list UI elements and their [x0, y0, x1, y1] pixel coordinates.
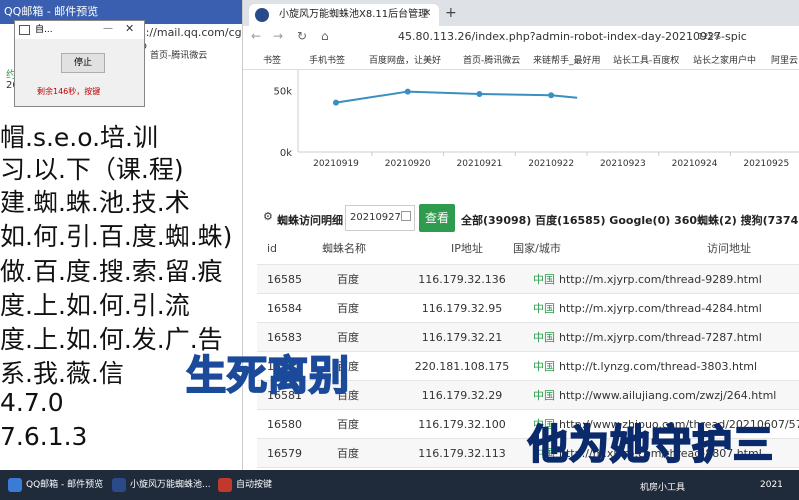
taskbar-label: 小旋风万能蜘蛛池...	[130, 480, 211, 490]
app-icon	[19, 25, 30, 35]
autokey-icon	[218, 478, 232, 492]
mail-icon	[8, 478, 22, 492]
spider-counts: 全部(39098) 百度(16585) Google(0) 360蜘蛛(2) 搜…	[461, 214, 799, 227]
x-tick-label: 20210925	[743, 159, 789, 169]
cell-id: 16579	[267, 447, 302, 460]
zoom-level[interactable]: 125%	[698, 32, 721, 41]
taskbar-label: QQ邮箱 - 邮件预览	[26, 480, 104, 490]
x-tick-label: 20210922	[528, 159, 574, 169]
y-tick-label: 50k	[273, 86, 292, 97]
cell-url[interactable]: http://m.xjyrp.com/thread-4284.html	[559, 294, 799, 323]
cell-url[interactable]: http://t.lynzg.com/thread-3803.html	[559, 352, 799, 381]
tab-close-icon[interactable]: ✕	[423, 8, 431, 19]
auto-key-popup: 自... — ✕ 停止 剩余146秒，按键	[14, 20, 145, 107]
countdown-status: 剩余146秒，按键	[37, 87, 101, 96]
visits-line-chart: 50k 0k 20210919 20210920 20210921 20210922 202…	[273, 70, 799, 169]
bookmark-item[interactable]: 首页-腾讯微云	[463, 53, 520, 66]
left-bookmark-weiyun[interactable]: 首页-腾讯微云	[150, 48, 207, 61]
bookmark-item[interactable]: 书签	[263, 53, 281, 66]
cell-id: 16585	[267, 273, 302, 286]
course-line-6: 度.上.如.何.引.流	[0, 291, 190, 320]
header-id: id	[267, 242, 278, 255]
header-url: 访问地址	[707, 242, 751, 255]
bookmark-item[interactable]: 来链帮手_最好用	[533, 53, 601, 66]
cell-url[interactable]: http://m.xjyrp.com/thread-9289.html	[559, 265, 799, 294]
y-tick-label: 0k	[280, 148, 292, 159]
x-tick-label: 20210920	[385, 159, 431, 169]
x-tick-label: 20210923	[600, 159, 646, 169]
subtitle-caption-left: 生死离别	[185, 352, 350, 400]
series-line	[335, 90, 578, 104]
course-line-10: 7.6.1.3	[0, 422, 88, 451]
header-country: 国家/城市	[513, 242, 561, 255]
tab-admin[interactable]: 小旋风万能蜘蛛池X8.11后台管理	[249, 4, 439, 26]
x-tick-label: 20210924	[672, 159, 718, 169]
table-header: id 蜘蛛名称 IP地址 国家/城市 访问地址	[257, 233, 799, 265]
cell-ip: 220.181.108.175	[414, 360, 510, 373]
calendar-icon[interactable]	[401, 211, 411, 221]
cell-url[interactable]: http://m.xjyrp.com/thread-7287.html	[559, 323, 799, 352]
table-row: 16585 百度 116.179.32.136 中国 http://m.xjyrp.co…	[257, 265, 799, 294]
bookmark-item[interactable]: 手机书签	[309, 53, 345, 66]
course-line-4: 如.何.引.百.度.蜘.蛛)	[0, 222, 233, 251]
minimize-icon[interactable]: —	[103, 23, 113, 34]
bookmark-item[interactable]: 站长工具-百度权	[613, 53, 679, 66]
x-tick-label: 20210921	[457, 159, 503, 169]
course-line-9: 4.7.0	[0, 388, 64, 417]
cell-url[interactable]: http://www.ailujiang.com/zwzj/264.html	[559, 381, 799, 410]
browser-icon	[112, 478, 126, 492]
data-point	[333, 99, 339, 106]
taskbar-item-spider[interactable]: 小旋风万能蜘蛛池...	[108, 474, 218, 496]
course-line-8: 系.我.薇.信	[0, 359, 124, 388]
bookmark-item[interactable]: 百度网盘，让美好	[369, 53, 441, 66]
cell-ip: 116.179.32.113	[418, 447, 506, 460]
reload-icon[interactable]: ↻	[297, 29, 307, 43]
query-button[interactable]: 查看	[419, 204, 455, 232]
cell-ip: 116.179.32.136	[418, 273, 506, 286]
home-icon[interactable]: ⌂	[321, 29, 329, 43]
new-tab-icon[interactable]: +	[445, 5, 457, 21]
header-name: 蜘蛛名称	[322, 242, 366, 255]
back-icon[interactable]: ←	[251, 29, 261, 43]
forward-icon[interactable]: →	[273, 29, 283, 43]
course-line-1: 帽.s.e.o.培.训	[0, 123, 158, 152]
clock: 2021	[760, 480, 783, 490]
section-title: 蜘蛛访问明细	[277, 214, 343, 227]
table-row: 16584 百度 116.179.32.95 中国 http://m.xjyrp.com…	[257, 294, 799, 323]
cell-id: 16580	[267, 418, 302, 431]
cell-ip: 116.179.32.95	[421, 302, 503, 315]
avatar	[255, 8, 269, 22]
course-line-2: 习.以.下（课.程)	[0, 155, 184, 184]
taskbar-label: 自动按键	[236, 480, 273, 490]
data-point	[548, 92, 555, 99]
taskbar-item-autokey[interactable]: 自动按键	[214, 474, 294, 496]
subtitle-caption-right: 他为她守护三	[527, 421, 774, 469]
taskbar-item-qqmail[interactable]: QQ邮箱 - 邮件预览	[4, 474, 124, 496]
course-line-5: 做.百.度.搜.索.留.痕	[0, 257, 223, 286]
data-point	[476, 91, 483, 98]
tab-title: 小旋风万能蜘蛛池X8.11后台管理	[279, 9, 429, 20]
cell-ip: 116.179.32.21	[421, 331, 503, 344]
bookmark-item[interactable]: 阿里云	[771, 53, 798, 66]
gear-icon: ⚙	[263, 210, 273, 223]
stop-button[interactable]: 停止	[61, 53, 105, 73]
close-icon[interactable]: ✕	[125, 22, 134, 35]
data-point	[404, 88, 411, 95]
course-line-3: 建.蜘.蛛.池.技.术	[0, 188, 190, 217]
tray-label[interactable]: 机房小工具	[640, 480, 685, 493]
cell-id: 16584	[267, 302, 302, 315]
x-tick-label: 20210919	[313, 159, 359, 169]
url-field[interactable]: 45.80.113.26/index.php?admin-robot-index…	[398, 30, 747, 43]
cell-ip: 116.179.32.100	[418, 418, 506, 431]
bookmark-item[interactable]: 站长之家用户中	[693, 53, 756, 66]
cell-ip: 116.179.32.29	[421, 389, 503, 402]
